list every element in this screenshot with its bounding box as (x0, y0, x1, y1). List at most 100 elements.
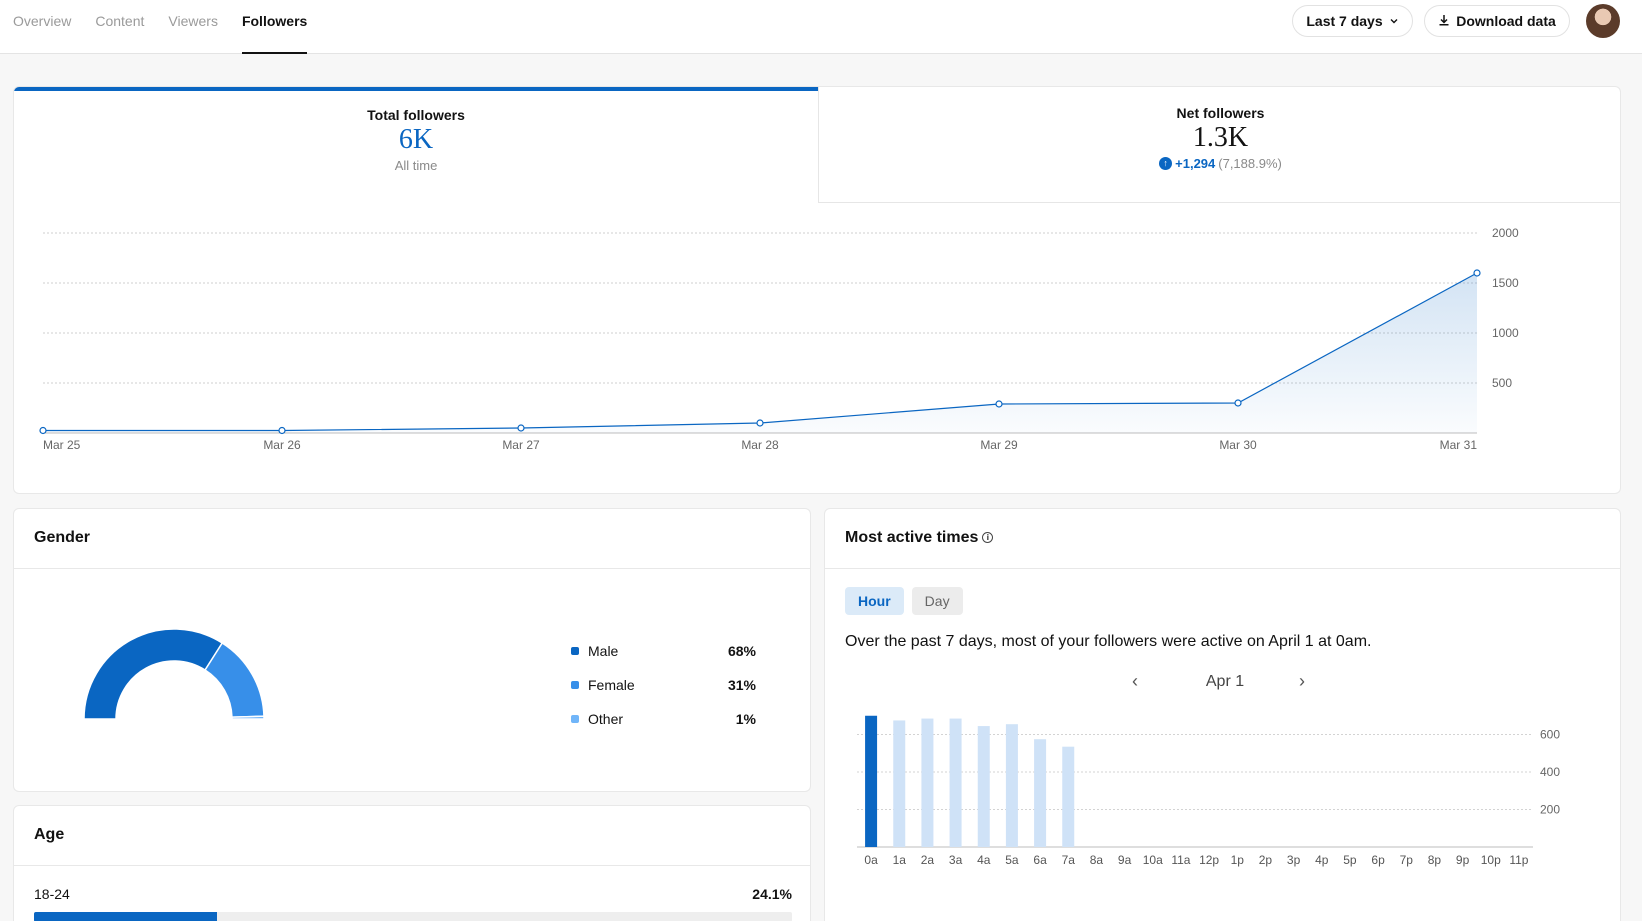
x-tick-label: 8p (1428, 853, 1442, 867)
x-tick-label: 2a (921, 853, 935, 867)
x-tick-label: 0a (864, 853, 878, 867)
y-tick-label: 1500 (1492, 276, 1519, 290)
total-followers-value: 6K (398, 124, 434, 155)
x-tick-label: 3p (1287, 853, 1301, 867)
net-followers-change: ↑ +1,294 (7,188.9%) (819, 156, 1620, 171)
legend-swatch (571, 681, 579, 689)
total-followers-metric[interactable]: Total followers 6K All time (14, 87, 818, 203)
date-navigator: ‹ Apr 1 › (825, 671, 1622, 693)
y-tick-label: 2000 (1492, 226, 1519, 240)
download-icon (1438, 13, 1450, 29)
age-card: Age 18-24 24.1% (13, 805, 811, 921)
legend-label: Female (588, 677, 635, 693)
gender-legend: Male 68% Female 31% Other 1% (571, 634, 756, 736)
chevron-down-icon (1389, 13, 1399, 29)
gender-title: Gender (14, 509, 810, 569)
legend-item-male: Male 68% (571, 634, 756, 668)
data-point (39, 426, 47, 435)
arrow-up-icon: ↑ (1159, 157, 1173, 170)
gender-slice-male (83, 628, 224, 720)
tab-overview[interactable]: Overview (13, 0, 71, 54)
tab-content[interactable]: Content (95, 0, 144, 54)
x-tick-label: 5a (1005, 853, 1019, 867)
net-change-percent: (7,188.9%) (1218, 156, 1282, 171)
x-tick-label: Mar 28 (741, 438, 779, 452)
gender-card: Gender Male 68% Female 31% Other 1% (13, 508, 811, 792)
legend-swatch (571, 647, 579, 655)
x-tick-label: 5p (1343, 853, 1357, 867)
followers-line-chart: 500 1000 1500 2000 Mar 25 Mar 26 Mar 27 Mar 28 M… (39, 226, 1519, 452)
tab-followers[interactable]: Followers (241, 0, 308, 54)
x-tick-label: Mar 31 (1440, 438, 1478, 452)
x-tick-label: 11a (1171, 853, 1190, 867)
series-area (43, 273, 1477, 433)
data-point (995, 400, 1003, 408)
x-tick-label: 6p (1371, 853, 1385, 867)
avatar[interactable] (1586, 4, 1620, 38)
tab-viewers[interactable]: Viewers (168, 0, 218, 54)
x-tick-label: 4p (1315, 853, 1329, 867)
bar-2a (921, 718, 934, 847)
data-point (517, 424, 525, 432)
x-tick-label: 2p (1259, 853, 1273, 867)
followers-card: Total followers 6K All time Net follower… (13, 86, 1621, 494)
day-pill[interactable]: Day (911, 587, 963, 615)
x-tick-label: 8a (1090, 853, 1104, 867)
active-summary-text: Over the past 7 days, most of your follo… (845, 633, 1372, 650)
y-tick-label: 200 (1540, 803, 1560, 817)
date-range-dropdown[interactable]: Last 7 days (1292, 5, 1413, 37)
age-bar-track (34, 912, 792, 921)
x-tick-label: 11p (1509, 853, 1528, 867)
x-tick-label: 10p (1481, 853, 1501, 867)
bar-3a (949, 718, 962, 847)
x-tick-label: Mar 30 (1219, 438, 1257, 452)
y-tick-label: 1000 (1492, 326, 1519, 340)
bar-4a (977, 726, 990, 847)
x-tick-label: 6a (1033, 853, 1047, 867)
chevron-right-icon[interactable]: › (1299, 671, 1305, 692)
age-label: 18-24 (34, 886, 70, 902)
bar-7a (1062, 746, 1075, 847)
x-tick-label: Mar 29 (980, 438, 1018, 452)
chevron-left-icon[interactable]: ‹ (1132, 671, 1138, 692)
bar-5a (1005, 724, 1018, 847)
y-tick-label: 800 (1540, 701, 1560, 704)
legend-label: Male (588, 643, 619, 659)
age-bar-fill (34, 912, 217, 921)
x-tick-label: 1a (893, 853, 907, 867)
age-title: Age (14, 806, 810, 866)
download-data-button[interactable]: Download data (1424, 5, 1570, 37)
legend-item-other: Other 1% (571, 702, 756, 736)
data-point (1234, 399, 1242, 407)
total-followers-sub: All time (394, 158, 438, 173)
y-tick-label: 600 (1540, 728, 1560, 742)
gender-slice-other (231, 715, 265, 720)
legend-item-female: Female 31% (571, 668, 756, 702)
analytics-tabs: Overview Content Viewers Followers (13, 0, 331, 54)
net-followers-value: 1.3K (1192, 122, 1249, 153)
active-times-title: Most active times (845, 529, 979, 546)
net-change-value: +1,294 (1175, 156, 1216, 171)
x-tick-label: 3a (949, 853, 963, 867)
x-tick-label: 10a (1143, 853, 1163, 867)
legend-value: 68% (727, 643, 756, 659)
hour-pill[interactable]: Hour (845, 587, 904, 615)
data-point (1473, 269, 1481, 277)
x-tick-label: Mar 26 (263, 438, 301, 452)
net-followers-label: Net followers (1176, 105, 1265, 121)
download-data-label: Download data (1456, 13, 1556, 29)
age-value: 24.1% (752, 886, 792, 902)
data-point (278, 426, 286, 435)
x-tick-label: 9a (1118, 853, 1132, 867)
bar-6a (1034, 739, 1047, 847)
legend-value: 31% (727, 677, 756, 693)
x-tick-label: Mar 27 (502, 438, 540, 452)
x-tick-label: 9p (1456, 853, 1470, 867)
active-times-bar-chart: 200 400 600 800 0a 1a 2a 3a 4a 5a 6a 7a 8a 9a 10a 11a 12… (857, 701, 1560, 867)
net-followers-metric[interactable]: Net followers 1.3K ↑ +1,294 (7,188.9%) (818, 87, 1620, 203)
info-icon[interactable]: i (982, 532, 994, 543)
legend-label: Other (588, 711, 624, 727)
bar-0a (865, 715, 878, 847)
legend-swatch (571, 715, 579, 723)
y-tick-label: 400 (1540, 765, 1560, 779)
